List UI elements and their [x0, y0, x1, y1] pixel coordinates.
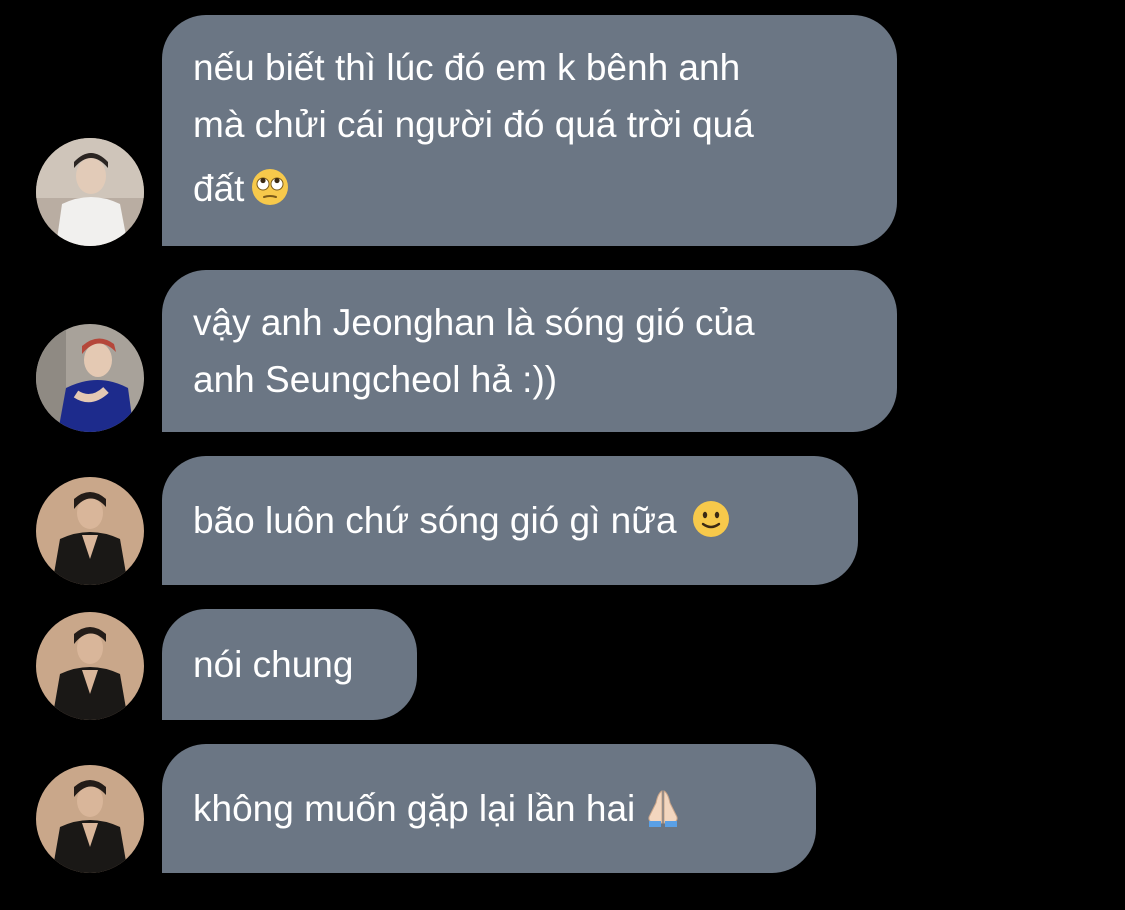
- avatar-photo: [36, 765, 144, 873]
- eye-roll-emoji-icon: [250, 167, 290, 207]
- chat-thread: nếu biết thì lúc đó em k bênh anh mà chử…: [0, 0, 1125, 910]
- message-bubble[interactable]: không muốn gặp lại lần hai: [162, 744, 816, 873]
- message-text-line: đất: [193, 168, 245, 209]
- folded-hands-emoji-icon: [643, 787, 683, 827]
- avatar-photo: [36, 324, 144, 432]
- sender-avatar-black-suit[interactable]: [36, 765, 144, 873]
- message-text-line: vậy anh Jeonghan là sóng gió của: [193, 302, 755, 343]
- avatar-photo: [36, 138, 144, 246]
- message-bubble[interactable]: nói chung: [162, 609, 417, 720]
- message-bubble[interactable]: vậy anh Jeonghan là sóng gió của anh Seu…: [162, 270, 897, 432]
- message-text-line: nếu biết thì lúc đó em k bênh anh: [193, 47, 741, 88]
- sender-avatar-black-suit[interactable]: [36, 477, 144, 585]
- message-bubble[interactable]: bão luôn chứ sóng gió gì nữa: [162, 456, 858, 585]
- avatar-photo: [36, 612, 144, 720]
- message-text-line: không muốn gặp lại lần hai: [193, 788, 636, 829]
- slight-smile-emoji-icon: [691, 499, 731, 539]
- sender-avatar-black-suit[interactable]: [36, 612, 144, 720]
- sender-avatar-blue-sweater[interactable]: [36, 324, 144, 432]
- message-text-line: mà chửi cái người đó quá trời quá: [193, 104, 754, 145]
- message-text-line: bão luôn chứ sóng gió gì nữa: [193, 500, 677, 541]
- avatar-photo: [36, 477, 144, 585]
- sender-avatar-white-shirt[interactable]: [36, 138, 144, 246]
- message-text-line: nói chung: [193, 644, 354, 685]
- message-text-line: anh Seungcheol hả :)): [193, 359, 558, 400]
- message-bubble[interactable]: nếu biết thì lúc đó em k bênh anh mà chử…: [162, 15, 897, 246]
